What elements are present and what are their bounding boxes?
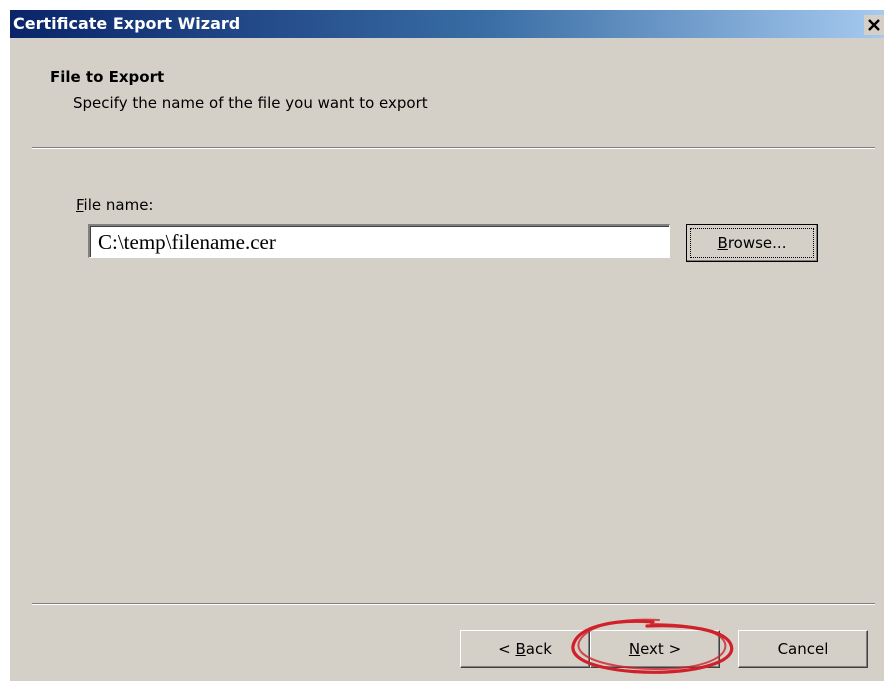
certificate-export-wizard-window: Certificate Export Wizard File to Export… — [10, 10, 884, 681]
file-name-label-text: ile name: — [83, 196, 154, 214]
next-label: ext > — [640, 640, 682, 658]
back-mnemonic: B — [515, 640, 526, 658]
close-icon — [868, 19, 880, 31]
page-title: File to Export — [50, 68, 165, 86]
browse-focus-rect: Browse... — [690, 228, 814, 258]
file-name-label: File name: — [76, 196, 153, 214]
title-bar: Certificate Export Wizard — [10, 10, 884, 38]
back-label: ack — [525, 640, 552, 658]
browse-label: rowse... — [727, 234, 787, 252]
file-name-label-mnemonic: F — [76, 196, 84, 214]
file-name-input[interactable]: C:\temp\filename.cer — [88, 224, 670, 258]
back-prefix: < — [498, 640, 516, 658]
footer-divider — [32, 603, 875, 605]
browse-button[interactable]: Browse... — [686, 224, 818, 262]
browse-mnemonic: B — [717, 234, 728, 252]
next-button[interactable]: Next > — [590, 630, 720, 668]
window-title: Certificate Export Wizard — [13, 14, 241, 33]
close-button[interactable] — [864, 15, 884, 35]
back-button[interactable]: < Back — [460, 630, 590, 668]
next-mnemonic: N — [628, 640, 641, 658]
cancel-button[interactable]: Cancel — [738, 630, 868, 668]
page-subtitle: Specify the name of the file you want to… — [73, 94, 428, 112]
header-divider — [32, 147, 875, 149]
